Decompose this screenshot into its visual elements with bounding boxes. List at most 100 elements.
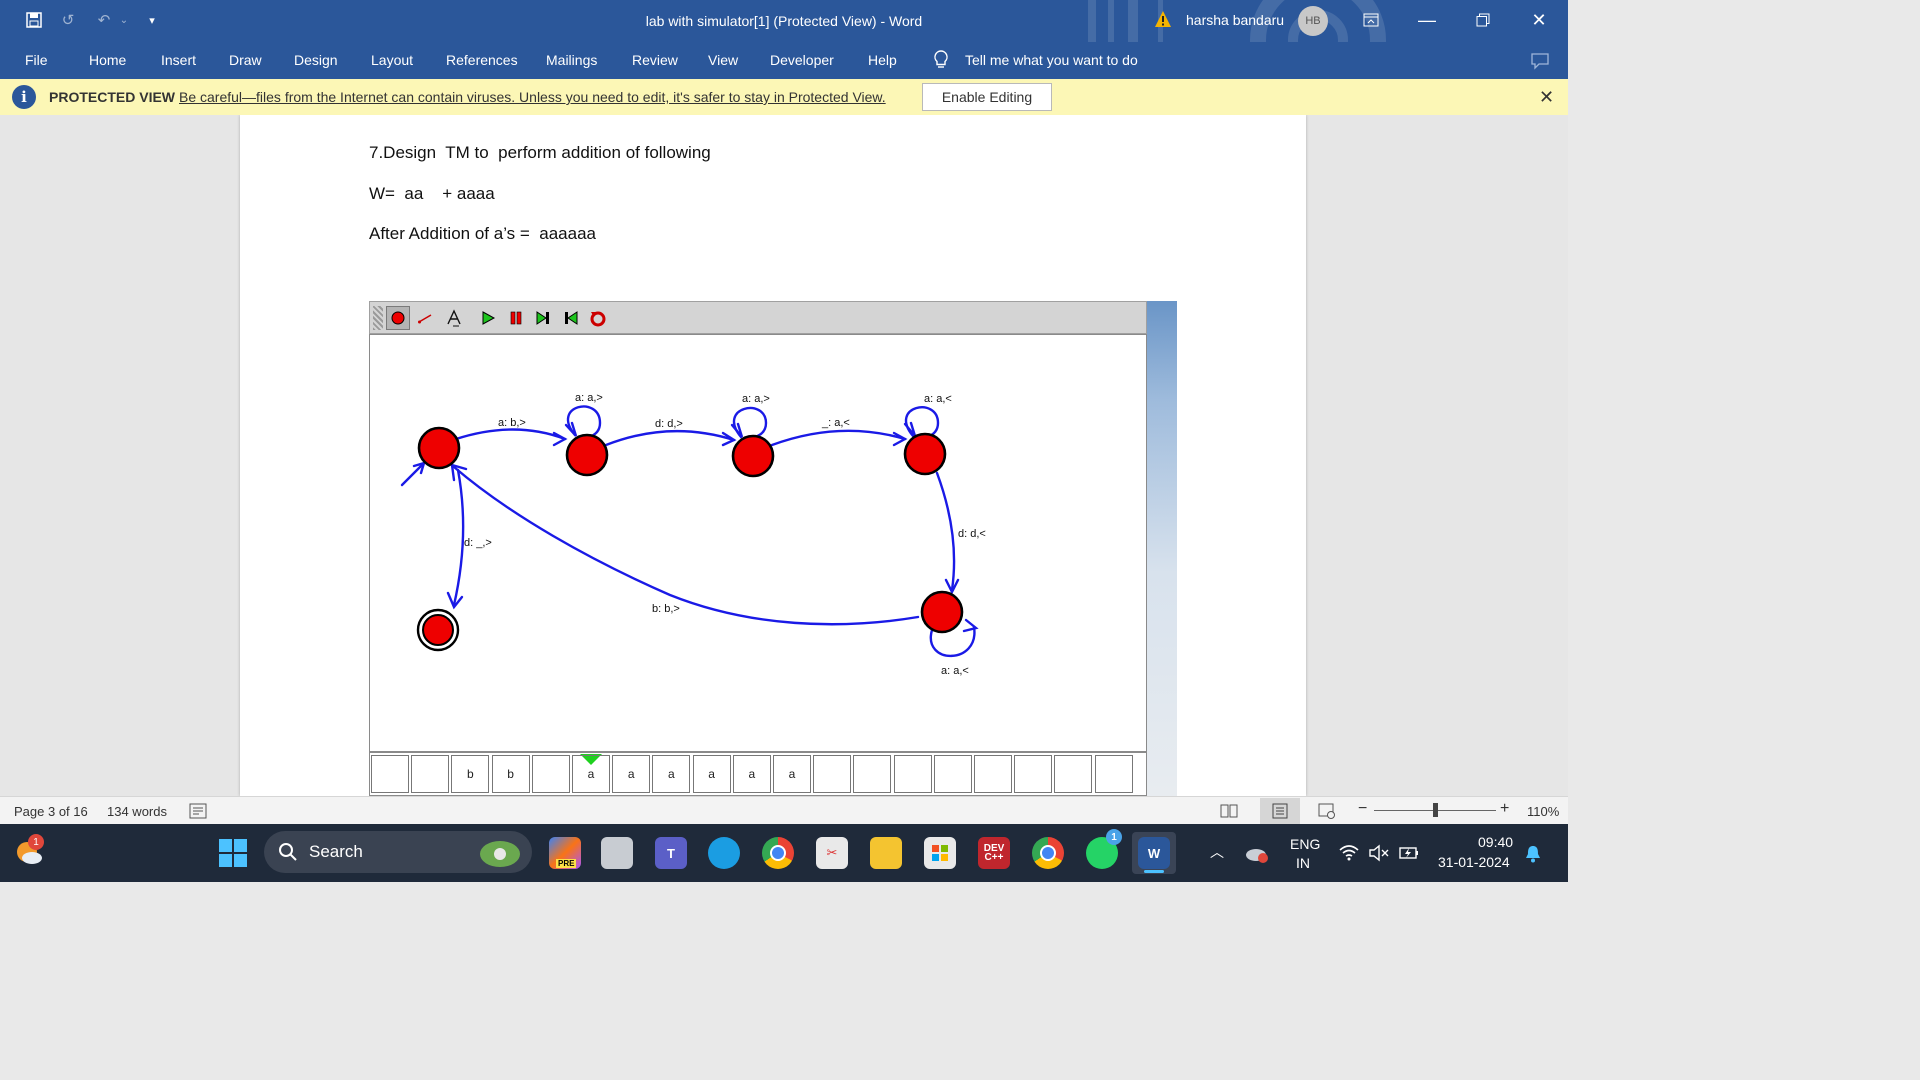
- whatsapp-icon[interactable]: 1: [1086, 829, 1122, 869]
- chrome-profile-icon[interactable]: [1032, 837, 1064, 869]
- task-view-icon[interactable]: [601, 837, 633, 869]
- zoom-out-button[interactable]: −: [1358, 800, 1367, 818]
- read-mode-icon[interactable]: [1220, 803, 1238, 819]
- search-icon: [279, 843, 297, 861]
- word-count[interactable]: 134 words: [107, 804, 167, 819]
- tape-cell: b: [451, 755, 490, 793]
- language-in[interactable]: IN: [1296, 855, 1310, 871]
- battery-charging-icon[interactable]: [1398, 844, 1420, 862]
- teams-icon[interactable]: T: [655, 837, 687, 869]
- tape-cell: [1054, 755, 1093, 793]
- comments-icon[interactable]: [1530, 52, 1550, 70]
- zoom-level[interactable]: 110%: [1527, 804, 1559, 819]
- tape-cell: a: [572, 755, 610, 793]
- warning-icon[interactable]: [1154, 10, 1172, 28]
- tab-references[interactable]: References: [446, 52, 518, 68]
- taskbar: 1 Search PRE T ✂ DEV C++ 1 W ︿ ENG IN 09…: [0, 824, 1568, 882]
- tab-file[interactable]: File: [25, 52, 48, 68]
- search-label: Search: [309, 842, 363, 861]
- tape-cell: a: [773, 755, 811, 793]
- tape-cell: [813, 755, 852, 793]
- search-highlight-icon: [480, 841, 520, 867]
- transition-label: a: a,>: [575, 392, 603, 404]
- clock-time[interactable]: 09:40: [1478, 834, 1513, 850]
- snipping-tool-icon[interactable]: ✂: [816, 837, 848, 869]
- dev-cpp-icon[interactable]: DEV C++: [978, 837, 1010, 869]
- state-q3: [903, 432, 947, 476]
- result-line: After Addition of a’s = aaaaaa: [369, 224, 596, 243]
- zoom-slider-thumb[interactable]: [1433, 803, 1438, 817]
- reset-icon: [586, 306, 610, 330]
- tab-view[interactable]: View: [708, 52, 738, 68]
- tab-developer[interactable]: Developer: [770, 52, 834, 68]
- state-final: [416, 608, 460, 652]
- tape: bbaaaaaa: [369, 752, 1147, 796]
- volume-muted-icon[interactable]: [1368, 844, 1390, 862]
- enable-editing-button[interactable]: Enable Editing: [922, 83, 1052, 111]
- tab-design[interactable]: Design: [294, 52, 338, 68]
- tab-draw[interactable]: Draw: [229, 52, 262, 68]
- minimize-icon[interactable]: —: [1412, 8, 1442, 32]
- close-protected-bar-icon[interactable]: ✕: [1539, 87, 1554, 108]
- tape-cell: a: [692, 755, 731, 793]
- onedrive-error-icon[interactable]: [1244, 844, 1270, 864]
- tab-review[interactable]: Review: [632, 52, 678, 68]
- copilot-pre-icon[interactable]: PRE: [549, 837, 581, 869]
- transition-label: b: b,>: [652, 603, 680, 615]
- tab-mailings[interactable]: Mailings: [546, 52, 597, 68]
- tab-insert[interactable]: Insert: [161, 52, 196, 68]
- print-layout-icon: [1272, 803, 1288, 819]
- microsoft-store-icon[interactable]: [924, 837, 956, 869]
- run-icon: [476, 306, 500, 330]
- avatar[interactable]: HB: [1298, 6, 1328, 36]
- tape-cell: a: [732, 755, 771, 793]
- transition-label: a: b,>: [498, 417, 526, 429]
- web-layout-icon[interactable]: [1318, 803, 1336, 819]
- background-image-strip: [1147, 301, 1177, 796]
- page-count[interactable]: Page 3 of 16: [14, 804, 88, 819]
- state-q4: [920, 590, 964, 634]
- word-icon: W: [1138, 837, 1170, 869]
- question-heading: 7.Design TM to perform addition of follo…: [369, 143, 711, 162]
- start-windows-icon[interactable]: [218, 838, 248, 868]
- print-layout-button[interactable]: [1260, 798, 1300, 824]
- user-name[interactable]: harsha bandaru: [1186, 12, 1284, 28]
- tm-simulator-image: a: b,> a: a,> d: d,> a: a,> _: a,< a: a,…: [369, 301, 1177, 796]
- tab-home[interactable]: Home: [89, 52, 126, 68]
- tape-cell: [893, 755, 932, 793]
- tape-cell: [371, 755, 409, 793]
- transition-label: _: a,<: [821, 417, 850, 429]
- protected-view-message[interactable]: Be careful—files from the Internet can c…: [179, 89, 886, 105]
- tape-cell: [531, 755, 570, 793]
- show-hidden-icons[interactable]: ︿: [1210, 842, 1224, 862]
- tab-help[interactable]: Help: [868, 52, 897, 68]
- status-bar: Page 3 of 16 134 words − + 110%: [0, 796, 1568, 825]
- language-eng[interactable]: ENG: [1290, 836, 1320, 852]
- ribbon-display-options-icon[interactable]: [1356, 8, 1386, 32]
- clock-date[interactable]: 31-01-2024: [1438, 854, 1510, 870]
- tape-cell: [411, 755, 450, 793]
- chrome-icon[interactable]: [762, 837, 794, 869]
- zoom-in-button[interactable]: +: [1500, 800, 1509, 818]
- protected-view-bar: i PROTECTED VIEW Be careful—files from t…: [0, 79, 1568, 116]
- file-explorer-icon[interactable]: [870, 837, 902, 869]
- input-string-line: W= aa + aaaa: [369, 184, 495, 203]
- transition-label: d: _,>: [464, 537, 492, 549]
- tab-layout[interactable]: Layout: [371, 52, 413, 68]
- taskbar-search-box[interactable]: Search: [264, 831, 532, 873]
- proofing-icon[interactable]: [189, 803, 207, 819]
- tell-me-search[interactable]: Tell me what you want to do: [965, 52, 1138, 68]
- protected-view-label: PROTECTED VIEW: [49, 89, 176, 105]
- transition-label: d: d,>: [655, 418, 683, 430]
- notification-bell-icon[interactable]: [1524, 844, 1542, 864]
- weather-widget[interactable]: 1: [14, 834, 44, 869]
- close-icon[interactable]: ✕: [1524, 8, 1554, 32]
- word-taskbar-button[interactable]: W: [1132, 832, 1176, 874]
- lightbulb-icon: [934, 50, 948, 68]
- document-area: 7.Design TM to perform addition of follo…: [0, 115, 1568, 796]
- restore-icon[interactable]: [1468, 8, 1498, 32]
- state-diagram-canvas: a: b,> a: a,> d: d,> a: a,> _: a,< a: a,…: [369, 334, 1147, 752]
- wifi-icon[interactable]: [1338, 844, 1360, 862]
- document-page[interactable]: 7.Design TM to perform addition of follo…: [240, 115, 1306, 796]
- edge-icon[interactable]: [708, 837, 740, 869]
